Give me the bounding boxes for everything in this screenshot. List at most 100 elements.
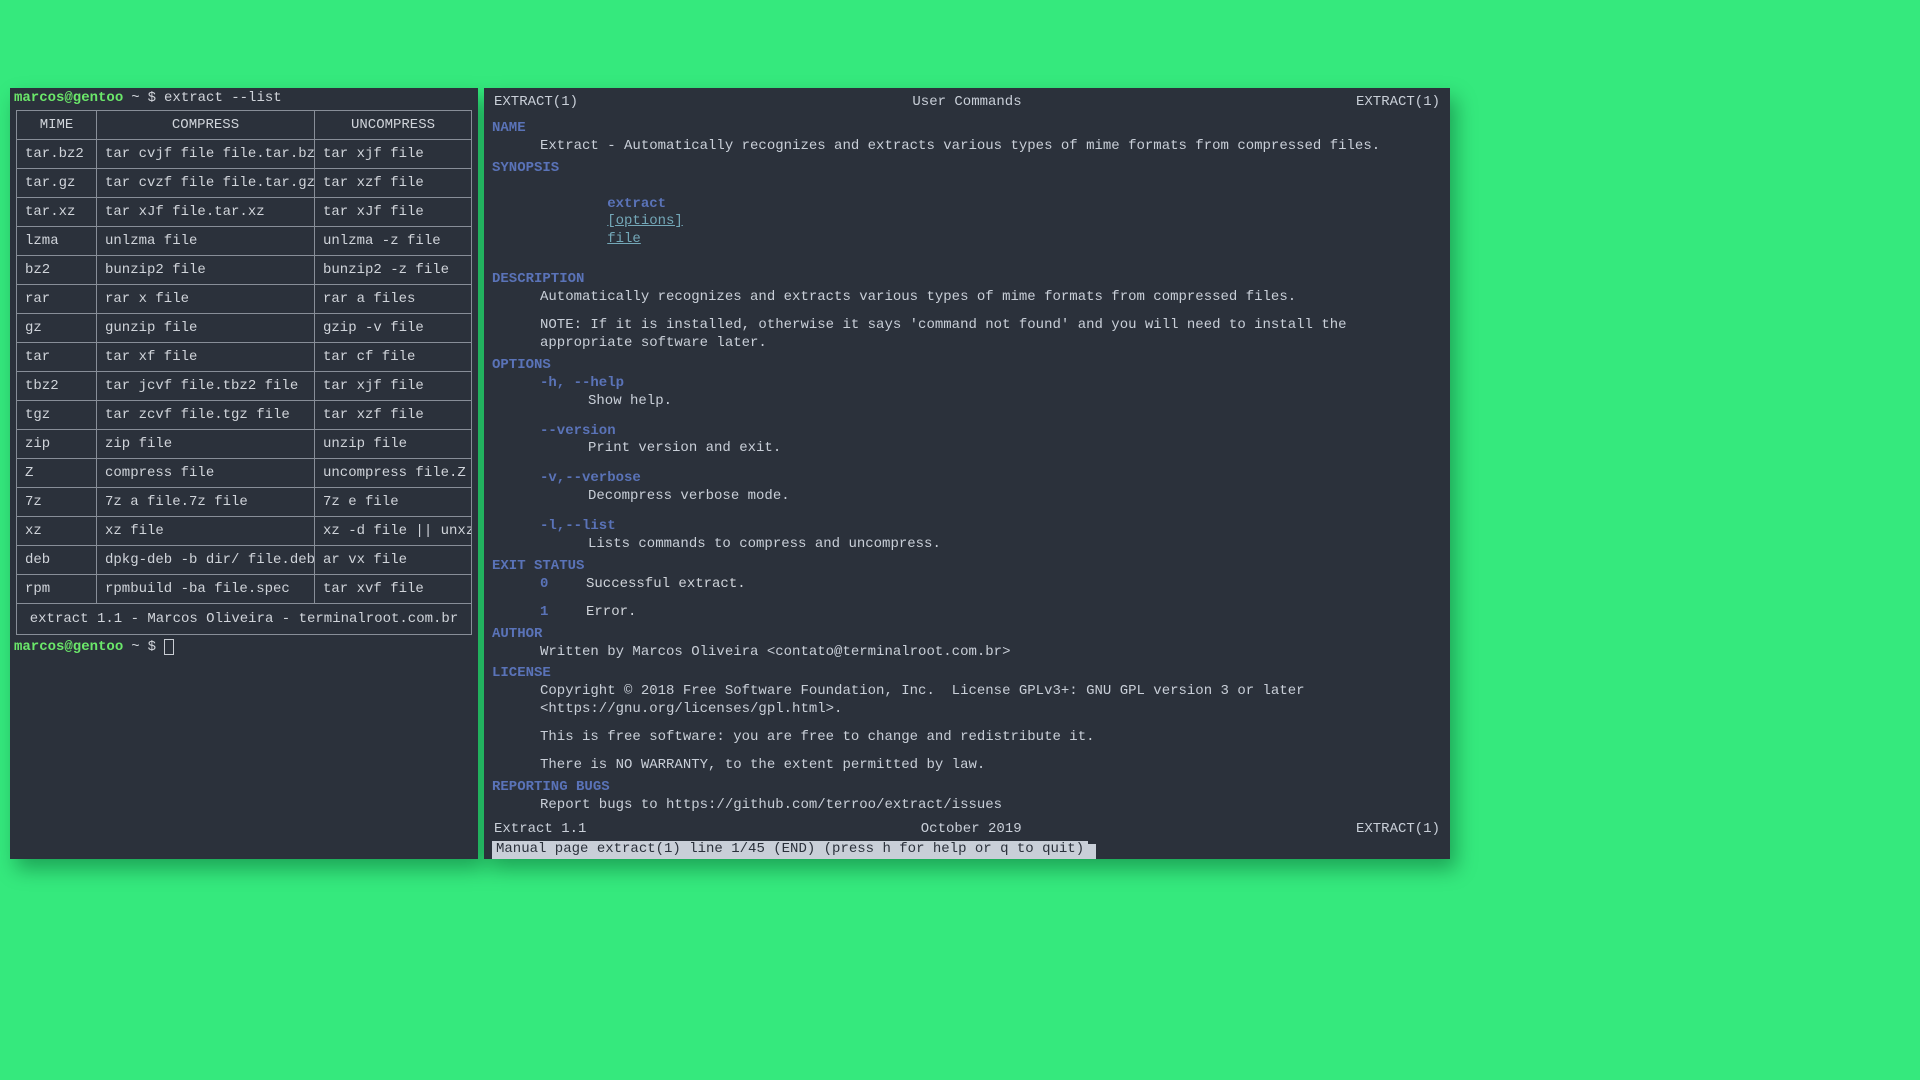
cell-compress: tar xJf file.tar.xz [97,198,315,227]
exit-code: 1 [540,604,554,622]
section-name-body: Extract - Automatically recognizes and e… [492,138,1442,156]
man-footer-left: Extract 1.1 [494,821,586,839]
table-footer: extract 1.1 - Marcos Oliveira - terminal… [17,604,472,635]
exit-status-row: 0 Successful extract. [492,576,1442,594]
man-header-center: User Commands [912,94,1021,112]
table-header-row: MIME COMPRESS UNCOMPRESS [17,111,472,140]
option-flag: -l,--list [540,518,1442,536]
cell-mime: zip [17,430,97,459]
exit-desc: Error. [586,604,636,622]
cell-mime: tbz2 [17,372,97,401]
exit-code: 0 [540,576,554,594]
prompt-user: marcos@gentoo [14,639,123,655]
prompt-dollar: $ [148,639,156,655]
cell-compress: dpkg-deb -b dir/ file.deb [97,546,315,575]
terminal-right-manpage[interactable]: EXTRACT(1) User Commands EXTRACT(1) NAME… [484,88,1450,859]
option-item: -v,--verboseDecompress verbose mode. [492,470,1442,506]
cell-compress: unlzma file [97,227,315,256]
cursor-icon [1086,844,1096,859]
cell-compress: tar cvzf file file.tar.gz [97,169,315,198]
table-row: rarrar x filerar a files [17,285,472,314]
option-flag: -v,--verbose [540,470,1442,488]
option-flag: -h, --help [540,375,1442,393]
cell-compress: bunzip2 file [97,256,315,285]
exit-status-row: 1 Error. [492,604,1442,622]
cell-uncompress: ar vx file [315,546,472,575]
prompt-line-top: marcos@gentoo ~ $ extract --list [10,88,478,108]
description-body1: Automatically recognizes and extracts va… [492,289,1442,307]
cell-compress: 7z a file.7z file [97,488,315,517]
table-row: Zcompress fileuncompress file.Z [17,459,472,488]
man-statusbar: Manual page extract(1) line 1/45 (END) (… [492,841,1088,859]
option-flag: --version [540,423,1442,441]
cell-compress: tar jcvf file.tbz2 file [97,372,315,401]
cell-mime: Z [17,459,97,488]
cell-uncompress: uncompress file.Z [315,459,472,488]
prompt-line-bottom[interactable]: marcos@gentoo ~ $ [10,637,478,657]
cell-uncompress: tar xzf file [315,169,472,198]
table-row: lzmaunlzma fileunlzma -z file [17,227,472,256]
prompt-dollar: $ [148,90,156,106]
option-desc: Show help. [540,393,1442,411]
option-item: --versionPrint version and exit. [492,423,1442,459]
table-row: debdpkg-deb -b dir/ file.debar vx file [17,546,472,575]
table-row: tar.bz2tar cvjf file file.tar.bz2tar xjf… [17,140,472,169]
option-desc: Decompress verbose mode. [540,488,1442,506]
section-author: AUTHOR [492,626,1442,644]
col-uncompress: UNCOMPRESS [315,111,472,140]
cell-mime: tar [17,343,97,372]
cell-compress: rpmbuild -ba file.spec [97,575,315,604]
cell-uncompress: xz -d file || unxz [315,517,472,546]
man-header-left: EXTRACT(1) [494,94,578,112]
cell-compress: xz file [97,517,315,546]
cell-mime: gz [17,314,97,343]
cell-compress: gunzip file [97,314,315,343]
cell-mime: rpm [17,575,97,604]
cell-uncompress: bunzip2 -z file [315,256,472,285]
option-item: -l,--listLists commands to compress and … [492,518,1442,554]
synopsis-options: [options] [607,213,683,229]
cell-uncompress: tar xjf file [315,140,472,169]
prompt-user: marcos@gentoo [14,90,123,106]
col-compress: COMPRESS [97,111,315,140]
table-row: xzxz filexz -d file || unxz [17,517,472,546]
table-row: tar.xztar xJf file.tar.xztar xJf file [17,198,472,227]
synopsis-cmd: extract [607,196,666,212]
cell-mime: bz2 [17,256,97,285]
cell-uncompress: unzip file [315,430,472,459]
section-reporting-bugs: REPORTING BUGS [492,779,1442,797]
man-footer-center: October 2019 [921,821,1022,839]
prompt-path: ~ [131,639,139,655]
table-row: 7z7z a file.7z file7z e file [17,488,472,517]
man-footer: Extract 1.1 October 2019 EXTRACT(1) [492,815,1442,839]
cell-uncompress: 7z e file [315,488,472,517]
terminal-left[interactable]: marcos@gentoo ~ $ extract --list MIME CO… [10,88,478,859]
table-row: tartar xf filetar cf file [17,343,472,372]
cell-mime: lzma [17,227,97,256]
table-row: gzgunzip filegzip -v file [17,314,472,343]
synopsis-file: file [607,231,641,247]
section-description: DESCRIPTION [492,271,1442,289]
cell-uncompress: tar xJf file [315,198,472,227]
cell-uncompress: tar cf file [315,343,472,372]
exit-desc: Successful extract. [586,576,746,594]
synopsis-body: extract [options] file [492,178,1442,268]
man-footer-right: EXTRACT(1) [1356,821,1440,839]
prompt-path: ~ [131,90,139,106]
section-exit-status: EXIT STATUS [492,558,1442,576]
table-row: tbz2tar jcvf file.tbz2 filetar xjf file [17,372,472,401]
cell-mime: deb [17,546,97,575]
cell-mime: tar.gz [17,169,97,198]
cell-mime: xz [17,517,97,546]
cell-uncompress: unlzma -z file [315,227,472,256]
table-row: zipzip fileunzip file [17,430,472,459]
description-body2: NOTE: If it is installed, otherwise it s… [492,317,1442,353]
cell-compress: zip file [97,430,315,459]
bugs-body: Report bugs to https://github.com/terroo… [492,797,1442,815]
terminal-pair: marcos@gentoo ~ $ extract --list MIME CO… [10,88,1450,859]
formats-table: MIME COMPRESS UNCOMPRESS tar.bz2tar cvjf… [16,110,472,635]
option-item: -h, --helpShow help. [492,375,1442,411]
cursor-icon [164,639,174,655]
option-desc: Lists commands to compress and uncompres… [540,536,1442,554]
author-body: Written by Marcos Oliveira <contato@term… [492,644,1442,662]
